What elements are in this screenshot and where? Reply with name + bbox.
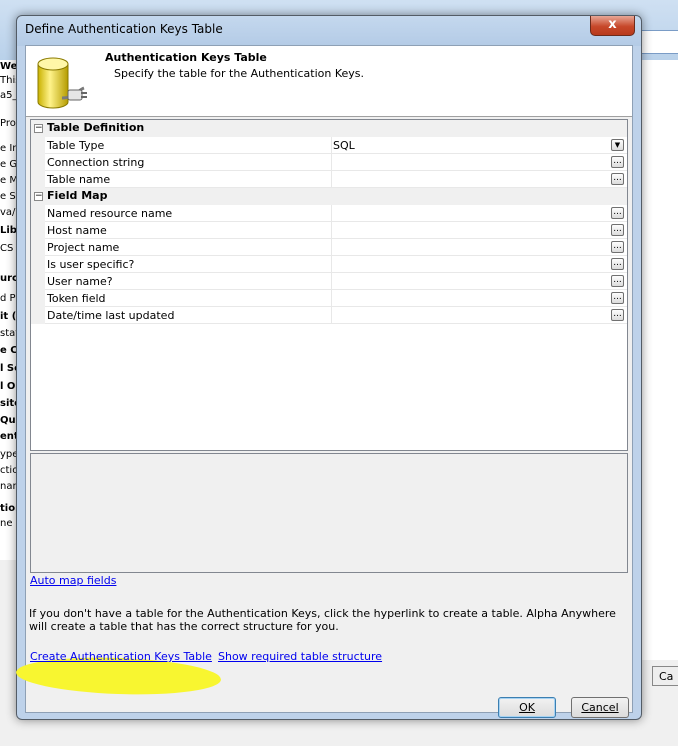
dialog-title: Define Authentication Keys Table: [25, 22, 223, 36]
define-authentication-keys-dialog: Define Authentication Keys Table x Authe…: [15, 15, 642, 720]
show-table-structure-link[interactable]: Show required table structure: [218, 650, 382, 663]
category-label: Field Map: [47, 189, 108, 202]
ok-label: OK: [519, 701, 535, 714]
grid-property-row[interactable]: Is user specific?...: [31, 256, 627, 273]
background-fragment: Pro: [0, 118, 16, 129]
property-label: User name?: [47, 275, 113, 288]
ellipsis-button[interactable]: ...: [611, 173, 624, 185]
column-divider: [331, 239, 332, 256]
ellipsis-button[interactable]: ...: [611, 258, 624, 270]
collapse-icon[interactable]: −: [34, 192, 43, 201]
property-label: Table Type: [47, 139, 105, 152]
row-margin: [31, 222, 45, 239]
row-margin: [31, 137, 45, 154]
ellipsis-button[interactable]: ...: [611, 241, 624, 253]
column-divider: [331, 205, 332, 222]
category-label: Table Definition: [47, 121, 145, 134]
property-grid[interactable]: − Table Definition Table Type SQL ▼ Connectio…: [30, 119, 628, 451]
ellipsis-button[interactable]: ...: [611, 207, 624, 219]
info-text: If you don't have a table for the Authen…: [29, 607, 616, 633]
description-pane: [30, 453, 628, 573]
property-label: Named resource name: [47, 207, 173, 220]
property-label: Project name: [47, 241, 120, 254]
property-label: Host name: [47, 224, 107, 237]
dialog-header: Authentication Keys Table Specify the ta…: [26, 46, 632, 117]
background-right-panel: [640, 60, 678, 660]
auto-map-fields-link[interactable]: Auto map fields: [30, 574, 116, 587]
row-divider: [45, 323, 627, 324]
close-icon: x: [608, 17, 617, 32]
collapse-icon[interactable]: −: [34, 124, 43, 133]
row-margin: [31, 171, 45, 188]
cancel-button[interactable]: Cancel: [571, 697, 629, 718]
property-label: Table name: [47, 173, 111, 186]
property-label: Token field: [47, 292, 106, 305]
close-button[interactable]: x: [590, 16, 635, 36]
column-divider: [331, 222, 332, 239]
background-button: Ca: [652, 666, 678, 686]
column-divider: [331, 273, 332, 290]
background-fragment: it (: [0, 311, 17, 322]
row-margin: [31, 273, 45, 290]
grid-property-row[interactable]: Table name...: [31, 171, 627, 188]
row-margin: [31, 239, 45, 256]
database-plug-icon: [37, 57, 87, 109]
property-value[interactable]: SQL: [333, 139, 355, 152]
grid-category: − Field Map: [31, 188, 627, 205]
background-fragment: a5_: [0, 90, 18, 101]
row-margin: [31, 290, 45, 307]
background-fragment: Qu: [0, 415, 16, 426]
background-fragment: CS: [0, 243, 14, 254]
grid-property-row[interactable]: Connection string...: [31, 154, 627, 171]
grid-property-row[interactable]: Project name...: [31, 239, 627, 256]
cancel-label: Cancel: [581, 701, 619, 714]
column-divider: [331, 171, 332, 188]
column-divider: [331, 137, 332, 154]
row-margin: [31, 307, 45, 324]
dialog-client-area: Authentication Keys Table Specify the ta…: [15, 45, 633, 718]
ellipsis-button[interactable]: ...: [611, 156, 624, 168]
grid-property-row[interactable]: Host name...: [31, 222, 627, 239]
grid-property-row[interactable]: Table Type SQL ▼: [31, 137, 627, 154]
column-divider: [331, 154, 332, 171]
row-margin: [31, 256, 45, 273]
row-margin: [31, 205, 45, 222]
header-subtitle: Specify the table for the Authentication…: [114, 67, 365, 80]
property-label: Date/time last updated: [47, 309, 175, 322]
column-divider: [331, 256, 332, 273]
grid-property-row[interactable]: User name?...: [31, 273, 627, 290]
column-divider: [331, 290, 332, 307]
property-label: Is user specific?: [47, 258, 135, 271]
ellipsis-button[interactable]: ...: [611, 224, 624, 236]
column-divider: [331, 307, 332, 324]
property-label: Connection string: [47, 156, 145, 169]
ellipsis-button[interactable]: ...: [611, 292, 624, 304]
grid-property-row[interactable]: Date/time last updated...: [31, 307, 627, 324]
background-input: [641, 30, 678, 54]
row-margin: [31, 154, 45, 171]
ok-button[interactable]: OK: [498, 697, 556, 718]
dropdown-arrow-icon[interactable]: ▼: [611, 139, 624, 151]
grid-category: − Table Definition: [31, 120, 627, 137]
ellipsis-button[interactable]: ...: [611, 275, 624, 287]
ellipsis-button[interactable]: ...: [611, 309, 624, 321]
grid-property-row[interactable]: Named resource name...: [31, 205, 627, 222]
header-title: Authentication Keys Table: [105, 51, 267, 64]
grid-property-row[interactable]: Token field...: [31, 290, 627, 307]
create-authentication-keys-table-link[interactable]: Create Authentication Keys Table: [30, 650, 212, 663]
